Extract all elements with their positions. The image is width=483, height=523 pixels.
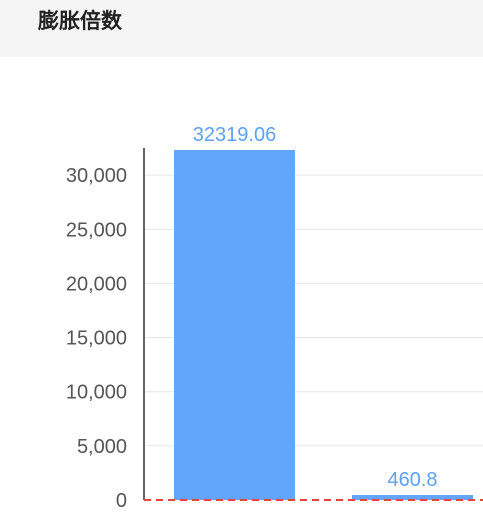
bar-chart: 0 5,000 10,000 15,000 20,000 25,000 30,000 3231… <box>66 124 483 512</box>
y-tick-label: 30,000 <box>66 165 127 187</box>
y-tick-label: 5,000 <box>77 436 127 458</box>
bar-data-label: 32319.06 <box>193 124 276 146</box>
chart-header: 膨胀倍数 <box>0 0 483 57</box>
y-tick-label: 0 <box>116 490 127 512</box>
bars <box>174 150 473 500</box>
y-tick-label: 10,000 <box>66 382 127 404</box>
chart-title: 膨胀倍数 <box>38 9 122 33</box>
y-tick-label: 25,000 <box>66 219 127 241</box>
bar-data-label: 460.8 <box>387 469 437 491</box>
bar <box>174 150 295 500</box>
y-tick-label: 15,000 <box>66 328 127 350</box>
y-tick-label: 20,000 <box>66 273 127 295</box>
